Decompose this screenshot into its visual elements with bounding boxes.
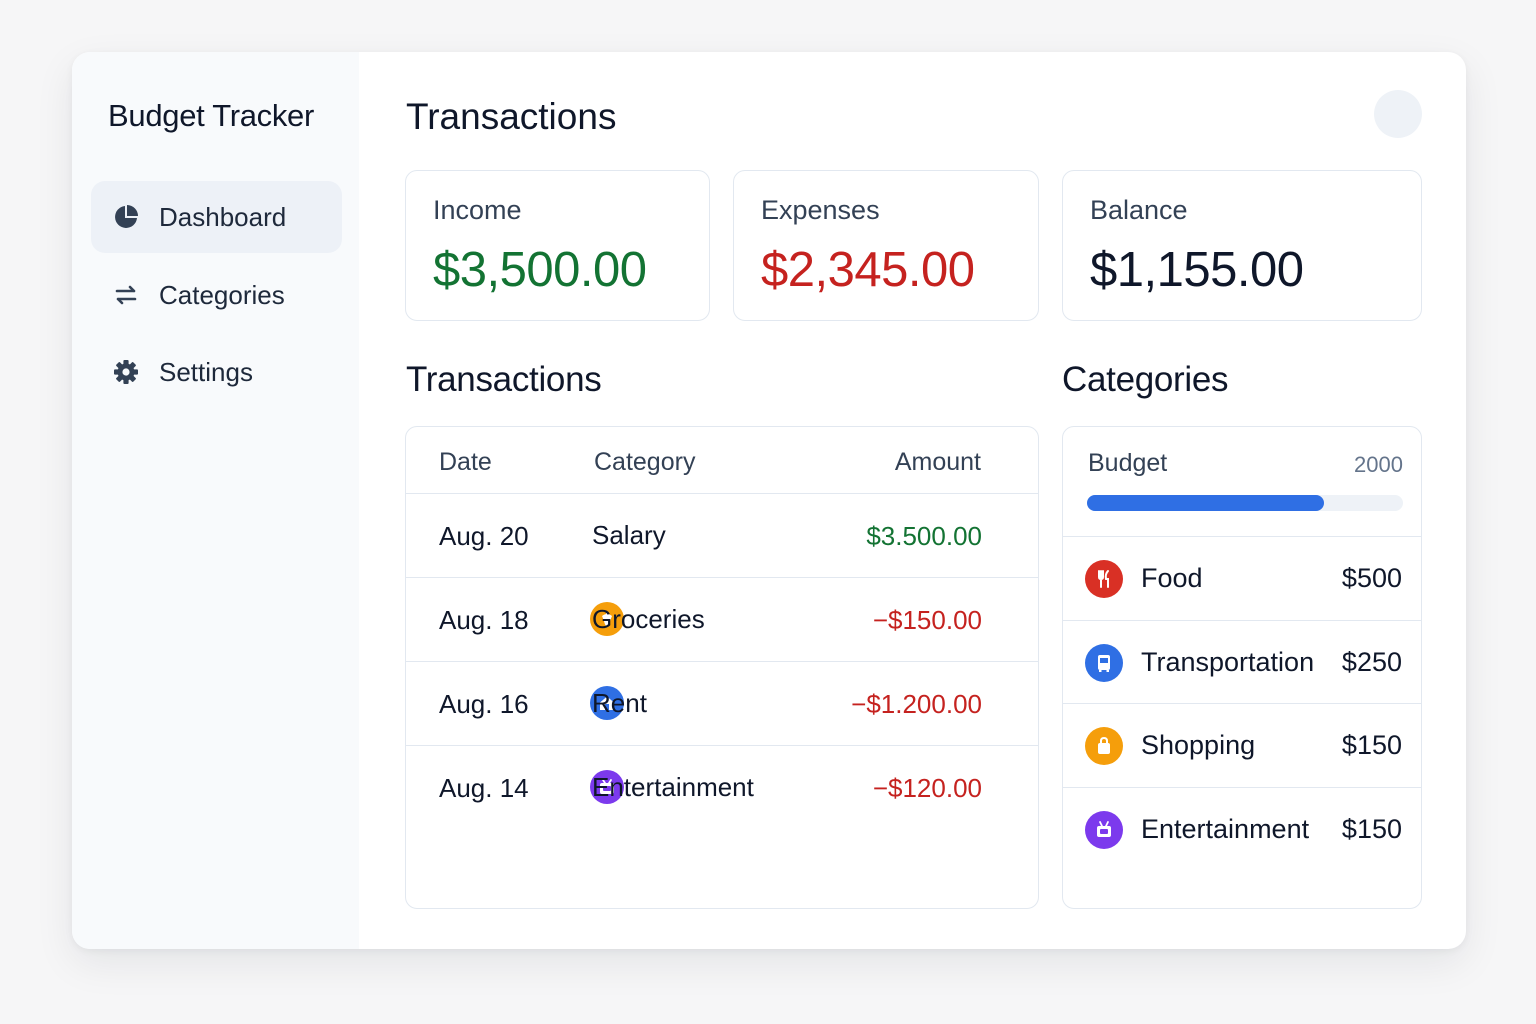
main-content: Transactions Income $3,500.00 Expenses $… bbox=[359, 52, 1466, 949]
budget-label: Budget bbox=[1088, 449, 1168, 477]
category-item-food[interactable]: Food $500 bbox=[1063, 537, 1421, 621]
category-amount: $250 bbox=[1341, 646, 1402, 677]
page-title: Transactions bbox=[406, 96, 617, 137]
budget-total: 2000 bbox=[1354, 452, 1403, 477]
table-row[interactable]: Aug. 18 Groceries −$150.00 bbox=[406, 578, 1038, 662]
expenses-card: Expenses $2,345.00 bbox=[733, 170, 1039, 321]
row-amount: −$1.200.00 bbox=[851, 689, 982, 719]
balance-card: Balance $1,155.00 bbox=[1062, 170, 1422, 321]
sidebar-item-label: Dashboard bbox=[159, 201, 287, 232]
category-name: Entertainment bbox=[1141, 813, 1310, 844]
category-item-entertainment[interactable]: Entertainment $150 bbox=[1063, 788, 1421, 872]
avatar[interactable] bbox=[1374, 90, 1422, 138]
sidebar-item-label: Settings bbox=[159, 356, 253, 387]
sidebar-item-settings[interactable]: Settings bbox=[91, 336, 342, 408]
table-row[interactable]: Aug. 16 Rent −$1.200.00 bbox=[406, 662, 1038, 746]
categories-title: Categories bbox=[1062, 360, 1229, 399]
row-category-label: Rent bbox=[592, 687, 647, 718]
budget-summary: Budget 2000 bbox=[1063, 427, 1421, 537]
income-card: Income $3,500.00 bbox=[405, 170, 710, 321]
table-row[interactable]: Aug. 14 Entertainment −$120.00 bbox=[406, 746, 1038, 830]
gear-icon bbox=[113, 359, 139, 385]
transactions-table: Date Category Amount Aug. 20 Salary $3.5… bbox=[405, 426, 1039, 909]
budget-progress-fill bbox=[1087, 495, 1324, 511]
expenses-value: $2,345.00 bbox=[761, 243, 975, 297]
category-amount: $500 bbox=[1341, 563, 1402, 593]
row-amount: −$150.00 bbox=[872, 605, 982, 635]
row-date: Aug. 14 bbox=[439, 773, 529, 803]
balance-label: Balance bbox=[1090, 195, 1188, 225]
transactions-title: Transactions bbox=[406, 360, 602, 399]
row-date: Aug. 16 bbox=[439, 689, 529, 719]
row-amount: $3.500.00 bbox=[866, 521, 982, 551]
category-amount: $150 bbox=[1341, 730, 1402, 760]
sidebar-item-dashboard[interactable]: Dashboard bbox=[91, 181, 342, 253]
category-item-transportation[interactable]: Transportation $250 bbox=[1063, 621, 1421, 704]
pie-chart-icon bbox=[113, 204, 139, 230]
app-window: Budget Tracker Dashboard Categories Sett… bbox=[72, 52, 1466, 949]
app-title: Budget Tracker bbox=[108, 98, 315, 133]
table-header: Date Category Amount bbox=[406, 427, 1038, 494]
category-name: Shopping bbox=[1141, 730, 1256, 760]
utensils-icon bbox=[1085, 560, 1123, 598]
row-category-label: Salary bbox=[592, 519, 666, 550]
swap-arrows-icon bbox=[113, 282, 139, 308]
category-name: Food bbox=[1141, 563, 1203, 593]
shopping-bag-icon bbox=[1085, 727, 1123, 765]
row-date: Aug. 18 bbox=[439, 605, 529, 635]
budget-progress-bar bbox=[1087, 495, 1403, 511]
categories-panel: Budget 2000 Food $500 Transportation $25… bbox=[1062, 426, 1422, 909]
sidebar-item-categories[interactable]: Categories bbox=[91, 259, 342, 331]
row-amount: −$120.00 bbox=[872, 773, 982, 803]
row-date: Aug. 20 bbox=[439, 521, 529, 551]
category-item-shopping[interactable]: Shopping $150 bbox=[1063, 704, 1421, 788]
column-header-date[interactable]: Date bbox=[439, 448, 492, 477]
row-category-label: Entertainment bbox=[592, 771, 754, 802]
row-category-label: Groceries bbox=[592, 603, 705, 634]
entertainment-icon bbox=[1085, 810, 1123, 849]
sidebar-item-label: Categories bbox=[159, 279, 285, 310]
income-value: $3,500.00 bbox=[433, 243, 647, 297]
table-row[interactable]: Aug. 20 Salary $3.500.00 bbox=[406, 494, 1038, 578]
bus-icon bbox=[1085, 643, 1123, 682]
income-label: Income bbox=[433, 195, 522, 225]
category-amount: $150 bbox=[1341, 813, 1402, 844]
column-header-amount[interactable]: Amount bbox=[895, 448, 981, 477]
column-header-category[interactable]: Category bbox=[594, 448, 695, 477]
expenses-label: Expenses bbox=[761, 195, 880, 225]
category-name: Transportation bbox=[1141, 646, 1315, 677]
sidebar: Budget Tracker Dashboard Categories Sett… bbox=[72, 52, 359, 949]
balance-value: $1,155.00 bbox=[1090, 243, 1304, 297]
